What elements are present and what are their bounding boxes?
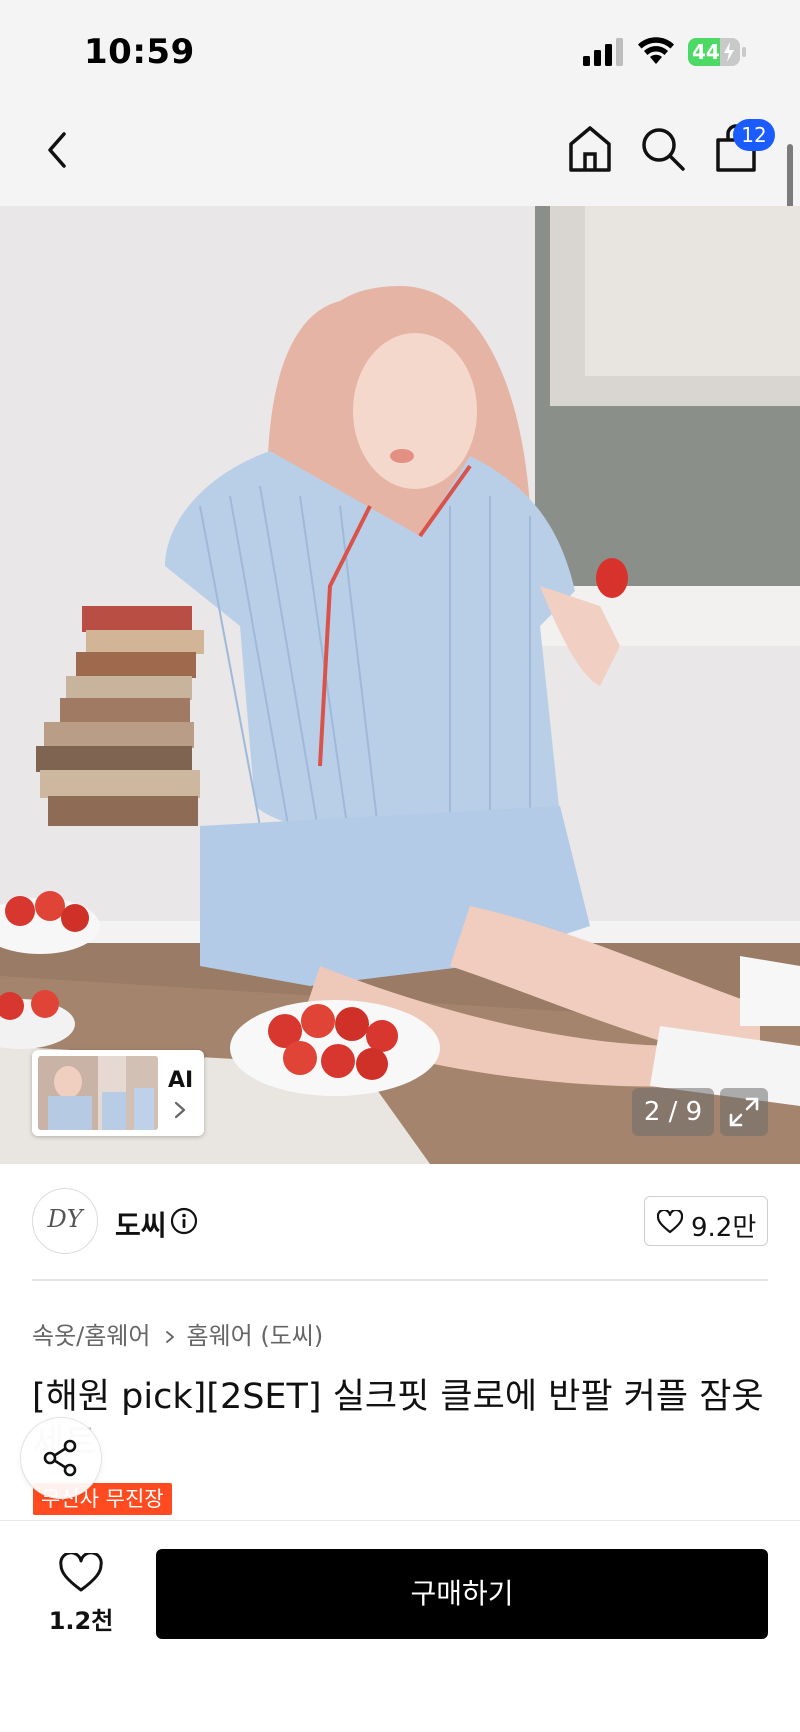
product-photo bbox=[0, 206, 800, 1164]
buy-button[interactable]: 구매하기 bbox=[156, 1549, 768, 1639]
search-icon[interactable] bbox=[640, 126, 686, 172]
heart-icon bbox=[657, 1210, 683, 1234]
product-image-gallery[interactable] bbox=[0, 206, 800, 1164]
wish-count: 1.2천 bbox=[48, 1607, 114, 1635]
brand-name[interactable]: 도씨 bbox=[115, 1204, 167, 1244]
breadcrumb-subcategory[interactable]: 홈웨어 (도씨) bbox=[187, 1322, 324, 1350]
brand-logo-text: DY bbox=[47, 1205, 83, 1233]
divider bbox=[32, 1279, 768, 1281]
ai-label: AI bbox=[168, 1068, 194, 1093]
share-button[interactable] bbox=[20, 1417, 102, 1499]
wifi-icon bbox=[638, 37, 674, 64]
ai-thumbnail bbox=[38, 1056, 158, 1130]
status-bar: 10:59 44 bbox=[0, 0, 800, 100]
brand-like-count: 9.2만 bbox=[691, 1213, 757, 1243]
heart-icon[interactable] bbox=[59, 1553, 103, 1593]
chevron-right-icon bbox=[174, 1101, 186, 1119]
battery-icon: 44 bbox=[688, 38, 746, 66]
info-icon[interactable] bbox=[170, 1207, 198, 1235]
breadcrumb-category[interactable]: 속옷/홈웨어 bbox=[32, 1322, 151, 1350]
battery-level: 44 bbox=[692, 40, 720, 64]
cellular-signal-icon bbox=[583, 38, 623, 66]
ai-lookalike-button[interactable]: AI bbox=[32, 1050, 204, 1136]
status-time: 10:59 bbox=[84, 32, 195, 72]
nav-header bbox=[0, 100, 800, 206]
cart-count-badge[interactable]: 12 bbox=[733, 119, 775, 151]
bottom-action-bar: 1.2천 구매하기 bbox=[0, 1520, 800, 1732]
chevron-right-icon bbox=[165, 1331, 174, 1343]
brand-like-button[interactable]: 9.2만 bbox=[644, 1196, 768, 1246]
image-counter: 2 / 9 bbox=[632, 1088, 714, 1136]
back-arrow-icon[interactable] bbox=[38, 128, 78, 172]
brand-logo[interactable]: DY bbox=[32, 1188, 98, 1254]
breadcrumb: 속옷/홈웨어 홈웨어 (도씨) bbox=[32, 1316, 323, 1351]
expand-button[interactable] bbox=[720, 1088, 768, 1136]
home-icon[interactable] bbox=[566, 124, 614, 174]
product-title: [해원 pick][2SET] 실크핏 클로에 반팔 커플 잠옷 bbox=[32, 1377, 764, 1417]
expand-icon bbox=[729, 1097, 759, 1127]
share-icon bbox=[43, 1439, 77, 1477]
